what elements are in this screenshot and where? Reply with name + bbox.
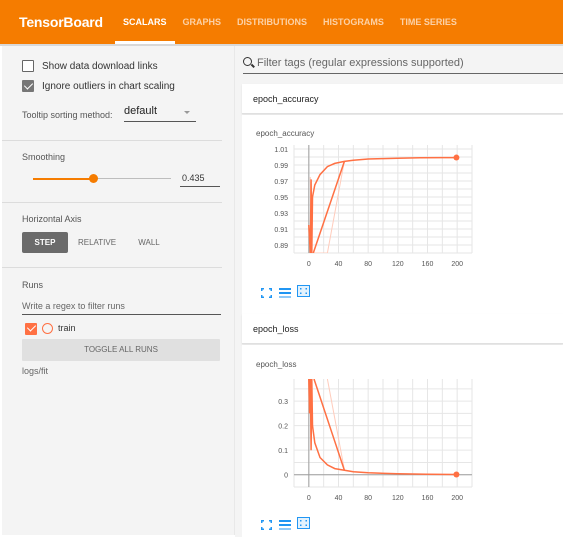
loss-chart[interactable]: 0 0.1 0.2 0.3 0 40 80 120 160 200 — [242, 375, 482, 515]
runs-filter-input[interactable]: Write a regex to filter runs — [22, 297, 221, 315]
run-train-checkbox[interactable] — [25, 323, 37, 335]
y-tick-label: 0.89 — [274, 243, 288, 250]
y-tick-label: 0.1 — [278, 448, 288, 455]
fit-domain-icon[interactable] — [297, 516, 310, 529]
x-tick-label: 0 — [307, 495, 311, 502]
x-tick-label: 80 — [364, 495, 372, 502]
series-end-point — [453, 154, 460, 161]
tooltip-sorting-dropdown[interactable]: default — [124, 105, 196, 122]
chart-title: epoch_accuracy — [256, 129, 315, 138]
x-tick-label: 40 — [335, 261, 343, 268]
y-tick-label: 1.01 — [274, 147, 288, 154]
tab-graphs[interactable]: GRAPHS — [175, 0, 230, 44]
y-tick-label: 0.3 — [278, 399, 288, 406]
accuracy-chart[interactable]: 0.89 0.91 0.93 0.95 0.97 0.99 1.01 0 40 80 120 160 2… — [242, 141, 482, 281]
run-train-label: train — [58, 323, 76, 333]
x-tick-label: 0 — [307, 261, 311, 268]
x-tick-label: 40 — [335, 495, 343, 502]
x-tick-label: 120 — [392, 495, 404, 502]
show-download-links-label: Show data download links — [42, 60, 158, 72]
tooltip-sorting-value: default — [124, 105, 158, 117]
nav-tabs: SCALARS GRAPHS DISTRIBUTIONS HISTOGRAMS … — [115, 0, 465, 44]
tag-filter-input[interactable]: Filter tags (regular expressions support… — [243, 54, 563, 74]
dropdown-caret-icon — [184, 111, 190, 114]
tab-time-series[interactable]: TIME SERIES — [392, 0, 465, 44]
chart-card-epoch-accuracy: epoch_accuracy 0.89 0.91 0.93 0.95 0.97 0.99 1… — [242, 115, 563, 315]
y-tick-label: 0.97 — [274, 179, 288, 186]
app-title: TensorBoard — [19, 14, 103, 30]
ignore-outliers-option[interactable]: Ignore outliers in chart scaling — [22, 80, 175, 92]
card-header-epoch-accuracy[interactable]: epoch_accuracy — [242, 84, 563, 114]
y-tick-label: 0.91 — [274, 227, 288, 234]
smoothing-value-input[interactable]: 0.435 — [180, 170, 220, 187]
divider — [2, 140, 222, 141]
tab-distributions[interactable]: DISTRIBUTIONS — [229, 0, 315, 44]
chart-card-epoch-loss: epoch_loss 0 0.1 0.2 0.3 0 40 80 120 160 200 — [242, 345, 563, 537]
fit-domain-icon[interactable] — [297, 284, 310, 297]
show-download-links-option[interactable]: Show data download links — [22, 60, 158, 72]
series-end-point — [453, 471, 460, 478]
fullscreen-icon[interactable] — [261, 517, 272, 530]
horizontal-axis-label: Horizontal Axis — [22, 214, 82, 224]
chart-title: epoch_loss — [256, 360, 297, 369]
logdir-label: logs/fit — [22, 366, 49, 376]
tooltip-sorting-label: Tooltip sorting method: — [22, 110, 113, 120]
series-line — [312, 161, 346, 253]
y-tick-label: 0.93 — [274, 211, 288, 218]
y-tick-label: 0.95 — [274, 195, 288, 202]
x-tick-label: 160 — [422, 261, 434, 268]
top-app-bar: TensorBoard SCALARS GRAPHS DISTRIBUTIONS… — [0, 0, 563, 44]
runs-label: Runs — [22, 280, 44, 290]
sidebar: Show data download links Ignore outliers… — [2, 46, 235, 535]
smoothing-slider-knob[interactable] — [88, 174, 98, 183]
x-tick-label: 200 — [451, 495, 463, 502]
search-icon — [243, 57, 252, 66]
divider — [2, 267, 222, 268]
run-train-color-icon[interactable] — [42, 323, 53, 334]
axis-step-button[interactable]: STEP — [22, 232, 68, 253]
divider — [2, 202, 222, 203]
ignore-outliers-checkbox[interactable] — [22, 80, 34, 92]
y-tick-label: 0.99 — [274, 163, 288, 170]
y-tick-label: 0.2 — [278, 424, 288, 431]
tag-filter-placeholder: Filter tags (regular expressions support… — [257, 57, 464, 69]
x-tick-label: 200 — [451, 261, 463, 268]
series-line — [313, 379, 346, 471]
smoothing-label: Smoothing — [22, 152, 66, 162]
toggle-log-scale-icon[interactable] — [279, 517, 291, 530]
show-download-links-checkbox[interactable] — [22, 60, 34, 72]
x-tick-label: 80 — [364, 261, 372, 268]
fullscreen-icon[interactable] — [261, 285, 272, 298]
card-header-epoch-loss[interactable]: epoch_loss — [242, 314, 563, 344]
toggle-all-runs-button[interactable]: TOGGLE ALL RUNS — [22, 339, 220, 361]
x-tick-label: 120 — [392, 261, 404, 268]
x-tick-label: 160 — [422, 495, 434, 502]
main-panel: Filter tags (regular expressions support… — [235, 46, 563, 537]
smoothing-slider-fill — [33, 178, 94, 180]
series-line — [326, 379, 345, 470]
tab-histograms[interactable]: HISTOGRAMS — [315, 0, 392, 44]
axis-wall-button[interactable]: WALL — [126, 232, 172, 253]
axis-relative-button[interactable]: RELATIVE — [72, 232, 122, 253]
tab-scalars[interactable]: SCALARS — [115, 0, 175, 44]
ignore-outliers-label: Ignore outliers in chart scaling — [42, 80, 175, 92]
toggle-log-scale-icon[interactable] — [279, 285, 291, 298]
y-tick-label: 0 — [284, 473, 288, 480]
